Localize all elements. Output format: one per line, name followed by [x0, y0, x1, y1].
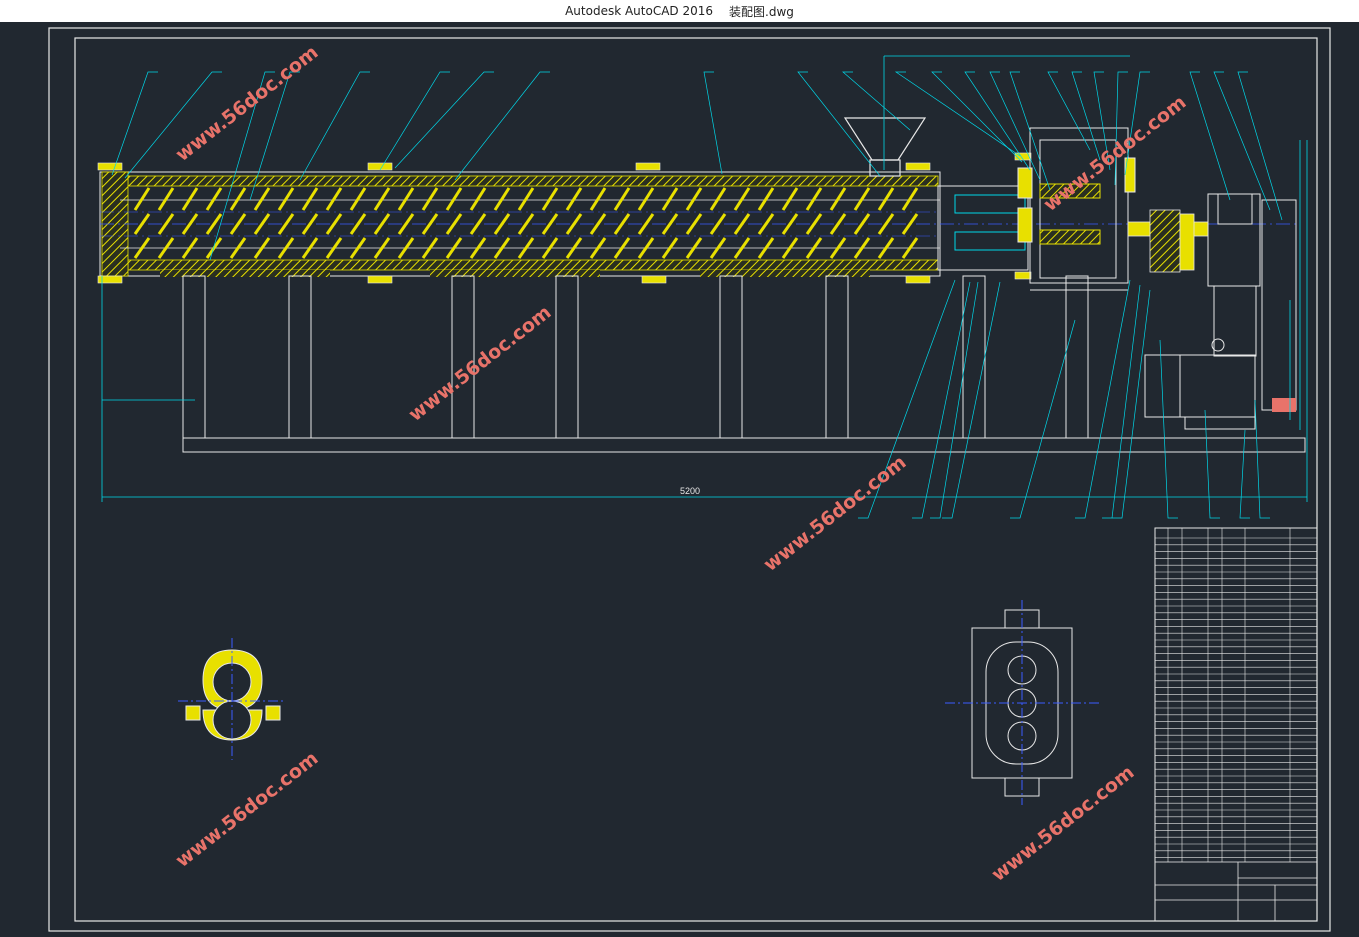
shaft-coupling — [1127, 209, 1209, 273]
screw-flights — [133, 187, 919, 259]
svg-text:www.56doc.com: www.56doc.com — [172, 747, 323, 872]
cad-drawing[interactable]: 5200 www.56doc.com www.56doc.com www.56d… — [0, 22, 1359, 937]
overall-length-dimension: 5200 — [680, 486, 700, 496]
svg-text:www.56doc.com: www.56doc.com — [988, 761, 1139, 886]
app-title: Autodesk AutoCAD 2016 — [565, 4, 714, 18]
file-name: 装配图.dwg — [729, 4, 794, 19]
svg-text:www.56doc.com: www.56doc.com — [760, 451, 911, 576]
svg-text:www.56doc.com: www.56doc.com — [405, 301, 556, 426]
title-block — [1154, 861, 1318, 922]
leader-lines-bottom — [858, 279, 1270, 519]
svg-text:www.56doc.com: www.56doc.com — [1040, 91, 1191, 216]
svg-text:www.56doc.com: www.56doc.com — [172, 41, 323, 166]
watermarks: www.56doc.com www.56doc.com www.56doc.co… — [172, 41, 1191, 886]
drawing-canvas[interactable]: 5200 www.56doc.com www.56doc.com www.56d… — [0, 22, 1359, 937]
barrel-section-view — [178, 638, 286, 760]
outer-sheet-border — [48, 27, 1331, 932]
gearbox-end-view — [945, 600, 1100, 805]
window-title-bar: Autodesk AutoCAD 2016 装配图.dwg — [0, 0, 1359, 23]
support-frame — [182, 275, 1306, 453]
dimension-lines — [101, 55, 1308, 502]
